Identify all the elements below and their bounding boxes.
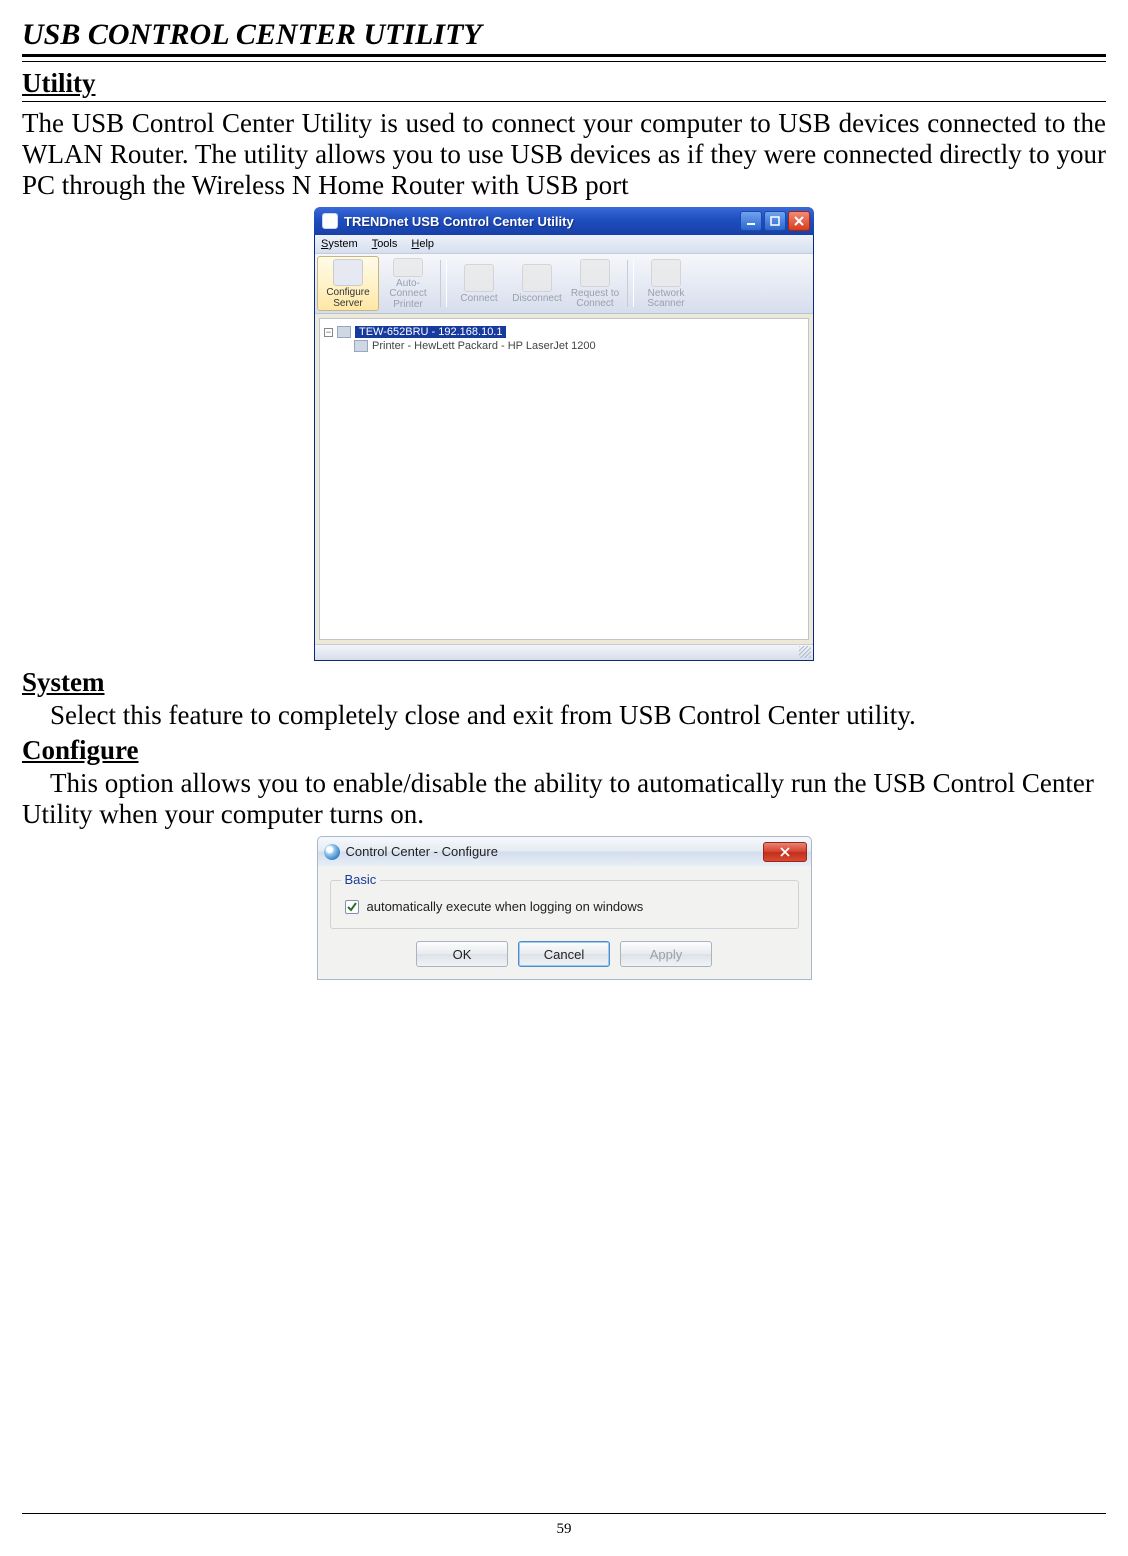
toolbar-connect[interactable]: Connect (450, 256, 508, 311)
menu-help[interactable]: Help (411, 238, 434, 250)
dialog-body: Basic automatically execute when logging… (317, 866, 812, 980)
basic-group: Basic automatically execute when logging… (330, 880, 799, 929)
toolbar-separator (440, 260, 447, 307)
footer-rule (22, 1513, 1106, 1514)
auto-execute-checkbox-row[interactable]: automatically execute when logging on wi… (345, 899, 784, 914)
tree-child-node[interactable]: Printer - HewLett Packard - HP LaserJet … (324, 339, 804, 353)
toolbar-label: Disconnect (512, 294, 561, 305)
printer-icon (354, 340, 368, 352)
router-icon (337, 326, 351, 338)
utility-paragraph: The USB Control Center Utility is used t… (22, 108, 1106, 201)
printer-auto-icon (393, 258, 423, 277)
maximize-button[interactable] (764, 211, 786, 231)
toolbar-configure-server[interactable]: ConfigureServer (317, 256, 379, 311)
device-tree[interactable]: − TEW-652BRU - 192.168.10.1 Printer - He… (319, 318, 809, 640)
section-heading-utility: Utility (22, 68, 1106, 99)
section-rule (22, 101, 1106, 102)
tree-root-node[interactable]: − TEW-652BRU - 192.168.10.1 (324, 325, 804, 339)
toolbar-label: Auto-ConnectPrinter (381, 279, 435, 311)
toolbar-network-scanner[interactable]: NetworkScanner (637, 256, 695, 311)
maximize-icon (770, 216, 780, 226)
close-icon (780, 847, 790, 857)
minimize-button[interactable] (740, 211, 762, 231)
toolbar-label: NetworkScanner (647, 289, 684, 310)
figure-main-window: TRENDnet USB Control Center Utility Syst… (22, 207, 1106, 661)
section-heading-configure: Configure (22, 735, 1106, 766)
menu-bar: System Tools Help (315, 235, 813, 254)
checkmark-icon (347, 902, 357, 912)
app-icon (322, 213, 338, 229)
close-icon (794, 216, 804, 226)
close-button[interactable] (788, 211, 810, 231)
cancel-button[interactable]: Cancel (518, 941, 610, 967)
section-heading-system: System (22, 667, 1106, 698)
resize-grip-icon[interactable] (799, 646, 811, 658)
app-window-body: System Tools Help ConfigureServer Auto-C… (314, 235, 814, 661)
checkbox-label: automatically execute when logging on wi… (367, 899, 644, 914)
dialog-close-button[interactable] (763, 842, 807, 862)
request-icon (580, 259, 610, 287)
status-bar (315, 644, 813, 660)
page-title: USB CONTROL CENTER UTILITY (22, 18, 1106, 57)
dialog-button-row: OK Cancel Apply (328, 941, 801, 967)
app-window-titlebar[interactable]: TRENDnet USB Control Center Utility (314, 207, 814, 235)
toolbar-auto-connect-printer[interactable]: Auto-ConnectPrinter (379, 256, 437, 311)
dialog-titlebar[interactable]: Control Center - Configure (317, 836, 812, 866)
menu-system[interactable]: System (321, 238, 358, 250)
tree-collapse-icon[interactable]: − (324, 328, 333, 337)
toolbar-disconnect[interactable]: Disconnect (508, 256, 566, 311)
app-window-title: TRENDnet USB Control Center Utility (344, 214, 740, 229)
window-buttons (740, 211, 810, 231)
server-icon (333, 259, 363, 286)
group-legend: Basic (341, 872, 381, 887)
toolbar-separator (627, 260, 634, 307)
ok-button[interactable]: OK (416, 941, 508, 967)
minimize-icon (746, 216, 756, 226)
figure-configure-dialog: Control Center - Configure Basic automat… (22, 836, 1106, 980)
connect-icon (464, 264, 494, 292)
scanner-icon (651, 259, 681, 287)
tree-root-label: TEW-652BRU - 192.168.10.1 (355, 326, 506, 338)
dialog-app-icon (324, 844, 340, 860)
checkbox[interactable] (345, 900, 359, 914)
toolbar: ConfigureServer Auto-ConnectPrinter Conn… (315, 254, 813, 314)
system-paragraph: Select this feature to completely close … (22, 700, 1106, 731)
toolbar-label: Connect (460, 294, 497, 305)
title-rule (22, 61, 1106, 62)
configure-paragraph: This option allows you to enable/disable… (22, 768, 1106, 830)
dialog-title: Control Center - Configure (346, 844, 763, 859)
toolbar-label: Request toConnect (571, 289, 619, 310)
disconnect-icon (522, 264, 552, 292)
toolbar-request-connect[interactable]: Request toConnect (566, 256, 624, 311)
menu-tools[interactable]: Tools (372, 238, 398, 250)
apply-button[interactable]: Apply (620, 941, 712, 967)
page-number: 59 (0, 1521, 1128, 1538)
toolbar-label: ConfigureServer (326, 288, 369, 309)
tree-child-label: Printer - HewLett Packard - HP LaserJet … (372, 340, 596, 352)
